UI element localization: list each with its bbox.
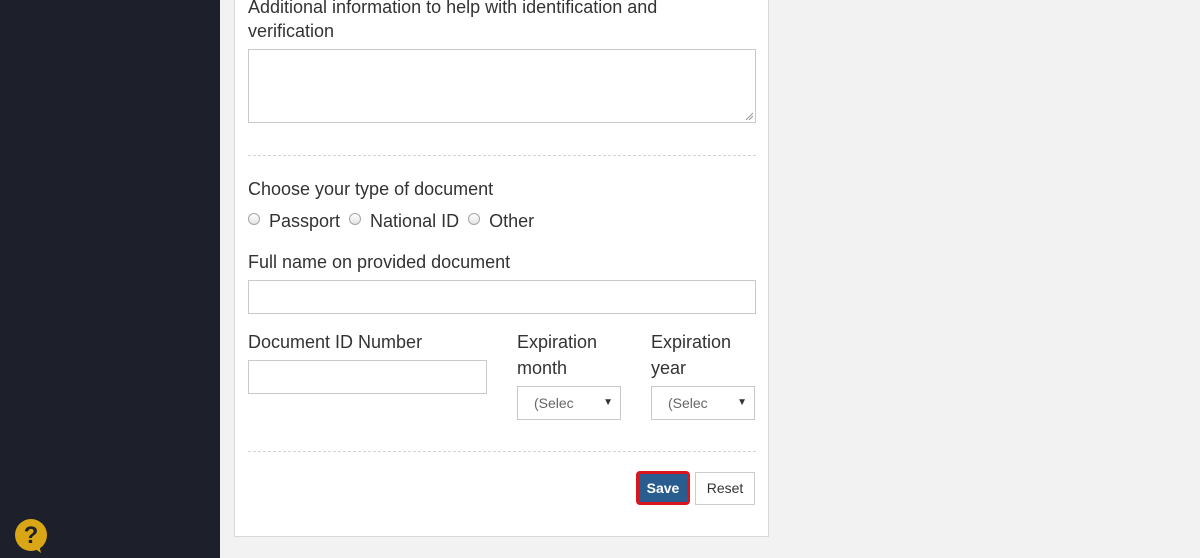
expiration-year-label-line2: year xyxy=(651,358,687,378)
expiration-year-selected: (Selec xyxy=(668,395,708,411)
full-name-label: Full name on provided document xyxy=(248,252,511,272)
expiration-month-selected: (Selec xyxy=(534,395,574,411)
expiration-month-label-line2: month xyxy=(517,358,568,378)
radio-other[interactable] xyxy=(468,213,481,225)
radio-other-label[interactable]: Other xyxy=(489,211,534,232)
additional-info-label-line2: verification xyxy=(248,21,335,41)
expiration-month-label-line1: Expiration xyxy=(517,332,598,352)
caret-down-icon: ▼ xyxy=(603,397,613,408)
doc-type-radio-group: Passport National ID Other xyxy=(248,208,543,234)
radio-national-id[interactable] xyxy=(349,213,362,225)
doc-type-label: Choose your type of document xyxy=(248,179,494,199)
section-divider xyxy=(248,451,756,452)
caret-down-icon: ▼ xyxy=(737,397,747,408)
expiration-month-select[interactable]: (Selec ▼ xyxy=(517,386,621,420)
resize-grip-icon[interactable] xyxy=(745,112,753,120)
radio-passport[interactable] xyxy=(248,213,260,225)
radio-passport-label[interactable]: Passport xyxy=(269,211,340,232)
document-id-label: Document ID Number xyxy=(248,332,423,352)
reset-button[interactable]: Reset xyxy=(695,472,755,505)
svg-text:?: ? xyxy=(24,522,39,549)
additional-info-label-line1: Additional information to help with iden… xyxy=(248,0,658,17)
document-id-input[interactable] xyxy=(248,360,487,394)
expiration-year-select[interactable]: (Selec ▼ xyxy=(651,386,755,420)
help-icon[interactable]: ? xyxy=(14,519,48,553)
section-divider xyxy=(248,155,756,156)
full-name-input[interactable] xyxy=(248,280,756,314)
sidebar: ? xyxy=(0,0,220,558)
expiration-year-label-line1: Expiration xyxy=(651,332,732,352)
additional-info-textarea[interactable] xyxy=(248,49,756,123)
save-button[interactable]: Save xyxy=(636,471,690,505)
verification-form-panel: Additional information to help with iden… xyxy=(234,0,769,537)
radio-national-id-label[interactable]: National ID xyxy=(370,211,459,232)
